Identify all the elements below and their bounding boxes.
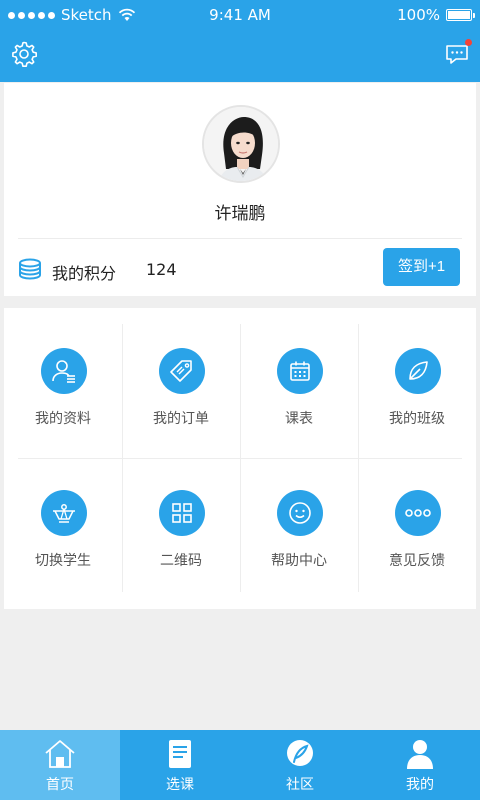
user-icon (407, 740, 433, 769)
tab-home[interactable]: 首页 (0, 730, 120, 800)
points-value: 124 (146, 260, 177, 279)
profile-icon (41, 348, 87, 394)
menu-item-help[interactable]: 帮助中心 (240, 466, 358, 600)
leaf-icon (395, 348, 441, 394)
coins-icon (19, 258, 41, 280)
points-row: 我的积分 124 签到+1 (18, 248, 462, 289)
status-right: 100% (397, 0, 475, 30)
header-bar: Sketch 9:41 AM 100% (0, 0, 480, 82)
tab-mine[interactable]: 我的 (360, 730, 480, 800)
gear-icon[interactable] (10, 40, 38, 68)
menu-item-class[interactable]: 我的班级 (358, 324, 476, 458)
menu-item-profile[interactable]: 我的资料 (4, 324, 122, 458)
calendar-icon (277, 348, 323, 394)
checkin-button[interactable]: 签到+1 (383, 248, 460, 286)
more-icon (395, 490, 441, 536)
menu-item-feedback[interactable]: 意见反馈 (358, 466, 476, 600)
menu-grid: 我的资料 我的订单 课表 我的班级 切换学生 二维码 帮助中心 意见反馈 (4, 308, 476, 609)
menu-item-label: 课表 (285, 411, 313, 427)
menu-item-label: 切换学生 (35, 553, 91, 569)
menu-item-qrcode[interactable]: 二维码 (122, 466, 240, 600)
menu-item-label: 我的班级 (389, 411, 445, 427)
avatar-photo (204, 107, 278, 181)
message-icon (446, 45, 468, 64)
menu-item-switch-student[interactable]: 切换学生 (4, 466, 122, 600)
menu-item-schedule[interactable]: 课表 (240, 324, 358, 458)
points-label: 我的积分 (52, 264, 117, 283)
grid-divider (18, 458, 462, 459)
menu-item-label: 二维码 (160, 553, 202, 569)
smile-icon (277, 490, 323, 536)
menu-item-label: 意见反馈 (389, 553, 445, 569)
switch-icon (41, 490, 87, 536)
avatar[interactable] (202, 105, 280, 183)
menu-item-orders[interactable]: 我的订单 (122, 324, 240, 458)
message-button[interactable] (444, 39, 472, 68)
profile-card: 许瑞鹏 我的积分 124 签到+1 (4, 83, 476, 296)
tag-icon (159, 348, 205, 394)
battery-percent: 100% (397, 6, 440, 24)
tab-label: 首页 (46, 777, 74, 793)
tab-courses[interactable]: 选课 (120, 730, 240, 800)
menu-item-label: 我的订单 (153, 411, 209, 427)
battery-icon (446, 9, 475, 21)
divider (18, 238, 462, 239)
menu-item-label: 帮助中心 (271, 553, 327, 569)
community-icon (287, 740, 313, 766)
bottom-tab-bar: 首页 选课 社区 我的 (0, 730, 480, 800)
user-name: 许瑞鹏 (214, 204, 266, 224)
home-icon (45, 740, 75, 768)
tab-label: 选课 (166, 777, 194, 793)
qrcode-icon (159, 490, 205, 536)
unread-badge (465, 39, 472, 46)
course-icon (169, 740, 191, 768)
menu-item-label: 我的资料 (35, 411, 91, 427)
tab-label: 社区 (286, 777, 314, 793)
tab-community[interactable]: 社区 (240, 730, 360, 800)
status-bar: Sketch 9:41 AM 100% (0, 0, 480, 30)
tab-label: 我的 (406, 777, 434, 793)
